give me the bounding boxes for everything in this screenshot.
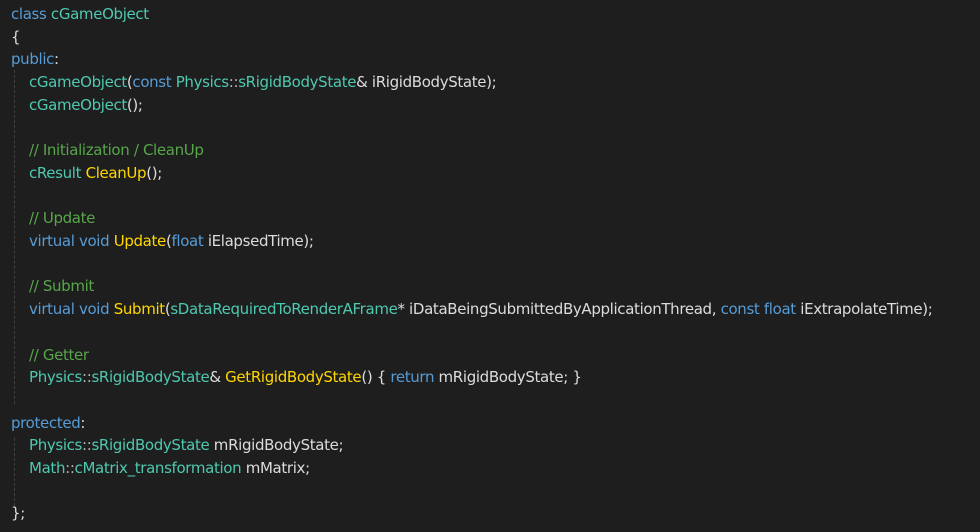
code-token: & iRigidBodyState); xyxy=(356,73,497,92)
code-line[interactable]: class cGameObject xyxy=(11,3,149,25)
code-token: sDataRequiredToRenderAFrame xyxy=(170,300,398,319)
code-token: // Submit xyxy=(29,277,94,296)
code-token: { xyxy=(11,27,21,46)
code-token: iExtrapolateTime); xyxy=(795,300,933,319)
code-token: float xyxy=(171,232,204,250)
code-line[interactable]: public: xyxy=(11,48,59,70)
code-token: (); xyxy=(126,95,143,114)
code-token: cMatrix_transformation xyxy=(74,459,242,477)
code-token: mMatrix; xyxy=(241,459,310,477)
code-token: // Getter xyxy=(29,345,89,364)
code-token: protected xyxy=(11,413,81,432)
code-token: virtual xyxy=(29,232,75,250)
code-line[interactable]: // Update xyxy=(11,207,95,229)
code-line[interactable]: Math::cMatrix_transformation mMatrix; xyxy=(11,457,310,479)
code-line[interactable]: // Initialization / CleanUp xyxy=(11,139,204,161)
code-token: CleanUp xyxy=(85,163,147,182)
code-line[interactable]: }; xyxy=(11,502,25,524)
code-token: :: xyxy=(65,459,75,477)
code-token: : xyxy=(54,50,59,69)
code-token: float xyxy=(763,300,796,319)
code-token: & xyxy=(209,368,226,387)
code-token: virtual xyxy=(29,300,75,319)
code-line[interactable]: Physics::sRigidBodyState mRigidBodyState… xyxy=(11,434,344,456)
code-token: sRigidBodyState xyxy=(238,73,357,92)
code-token: cGameObject xyxy=(29,95,127,114)
code-token: class xyxy=(11,5,47,23)
code-line[interactable]: cResult CleanUp(); xyxy=(11,162,162,184)
code-token: () { xyxy=(361,368,391,387)
code-line[interactable]: cGameObject(); xyxy=(11,94,143,116)
code-token: cGameObject xyxy=(29,73,127,92)
code-token: Physics xyxy=(175,73,229,92)
code-token: (); xyxy=(146,163,162,182)
code-token: return xyxy=(390,368,435,387)
code-line[interactable]: protected: xyxy=(11,412,85,434)
code-token: Math xyxy=(29,459,66,477)
code-token: * iDataBeingSubmittedByApplicationThread… xyxy=(397,300,721,319)
code-line[interactable]: virtual void Update(float iElapsedTime); xyxy=(11,230,314,252)
code-line[interactable]: // Getter xyxy=(11,344,89,366)
code-token: void xyxy=(78,232,110,250)
code-token: Submit xyxy=(113,300,165,319)
code-token: }; xyxy=(11,504,25,523)
code-token: cResult xyxy=(29,163,82,182)
code-token: GetRigidBodyState xyxy=(225,368,362,387)
code-token: const xyxy=(720,300,760,319)
code-line[interactable]: virtual void Submit(sDataRequiredToRende… xyxy=(11,298,933,320)
code-line[interactable]: cGameObject(const Physics::sRigidBodySta… xyxy=(11,71,497,93)
code-token: Physics xyxy=(29,368,83,387)
code-token: public xyxy=(11,50,55,69)
code-token: Physics xyxy=(29,436,83,455)
code-token: mRigidBodyState; } xyxy=(434,368,582,387)
code-token: : xyxy=(80,413,86,432)
code-editor[interactable]: class cGameObject{public: cGameObject(con… xyxy=(0,0,980,532)
code-token: mRigidBodyState; xyxy=(209,436,344,455)
code-token: // Update xyxy=(29,209,96,228)
code-token: iElapsedTime); xyxy=(203,232,314,250)
code-token: const xyxy=(132,73,172,92)
code-token: Update xyxy=(113,232,167,250)
code-line[interactable]: // Submit xyxy=(11,275,94,297)
code-token: sRigidBodyState xyxy=(91,368,210,387)
code-token: sRigidBodyState xyxy=(91,436,210,455)
code-token: cGameObject xyxy=(50,5,149,23)
code-line[interactable]: Physics::sRigidBodyState& GetRigidBodySt… xyxy=(11,366,582,388)
code-token: // Initialization / CleanUp xyxy=(29,141,204,160)
code-token: void xyxy=(78,300,110,319)
code-line[interactable]: { xyxy=(11,26,21,48)
code-token: :: xyxy=(228,73,239,92)
